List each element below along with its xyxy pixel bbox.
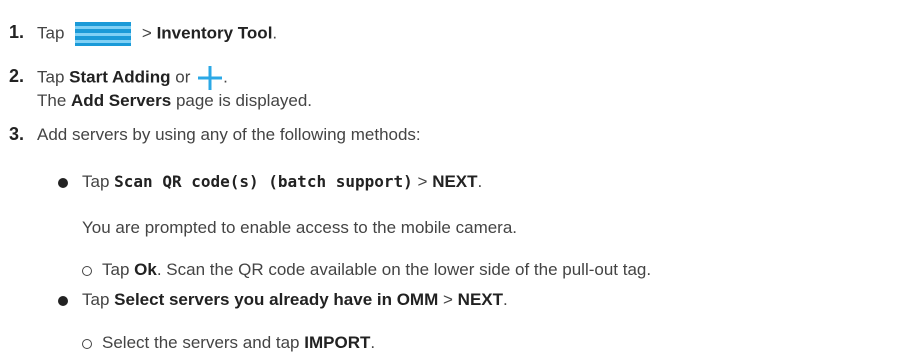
add-servers-label: Add Servers (71, 91, 172, 110)
punct: . (223, 67, 228, 87)
inventory-tool-label: Inventory Tool (156, 23, 273, 43)
step-number: 2. (9, 66, 25, 87)
start-adding-label: Start Adding (69, 67, 171, 87)
step-text: Add servers by using any of the followin… (37, 125, 421, 144)
scan-qr-label: Scan QR code(s) (batch support) (114, 172, 413, 191)
step-1: 1. Tap > Inventory Tool. (9, 22, 277, 46)
sub-text-end: . Scan the QR code available on the lowe… (156, 260, 652, 279)
punct: . (503, 290, 508, 309)
sub-bullet-icon (82, 338, 92, 349)
step-text: Tap (37, 23, 65, 43)
result-text: The (37, 91, 67, 110)
punct: . (370, 333, 376, 352)
or-text: or (175, 67, 191, 87)
punct: . (477, 172, 483, 191)
select-servers-label: Select servers you already have in OMM (114, 290, 439, 309)
bullet-text: Tap (82, 290, 110, 309)
bullet-text: Tap (82, 172, 110, 191)
separator: > (417, 172, 428, 191)
result-text-end: page is displayed. (175, 91, 313, 110)
bullet-icon (58, 177, 68, 188)
method-qr: Tap Scan QR code(s) (batch support) > NE… (58, 172, 482, 192)
punct: . (272, 23, 278, 43)
next-label: NEXT (432, 172, 478, 191)
step-3: 3. Add servers by using any of the follow… (9, 124, 421, 145)
bullet-icon (58, 295, 68, 306)
sub-bullet-icon (82, 265, 92, 276)
step-2-result: The Add Servers page is displayed. (37, 91, 312, 111)
camera-note: You are prompted to enable access to the… (82, 218, 518, 237)
ok-label: Ok (134, 260, 157, 279)
sub-step-ok: Tap Ok. Scan the QR code available on th… (82, 260, 651, 280)
sub-text: Select the servers and tap (102, 333, 300, 352)
hamburger-menu-icon (75, 22, 132, 46)
step-text: Tap (37, 67, 65, 87)
separator: > (141, 23, 152, 43)
method-select: Tap Select servers you already have in O… (58, 290, 508, 310)
sub-step-import: Select the servers and tap IMPORT. (82, 333, 375, 353)
plus-icon (198, 66, 223, 90)
separator: > (443, 290, 453, 309)
import-label: IMPORT (304, 333, 371, 352)
next-label: NEXT (457, 290, 504, 309)
step-number: 3. (9, 124, 25, 144)
sub-text: Tap (102, 260, 130, 279)
step-2: 2. Tap Start Adding or . (9, 65, 228, 91)
step-number: 1. (9, 22, 25, 43)
